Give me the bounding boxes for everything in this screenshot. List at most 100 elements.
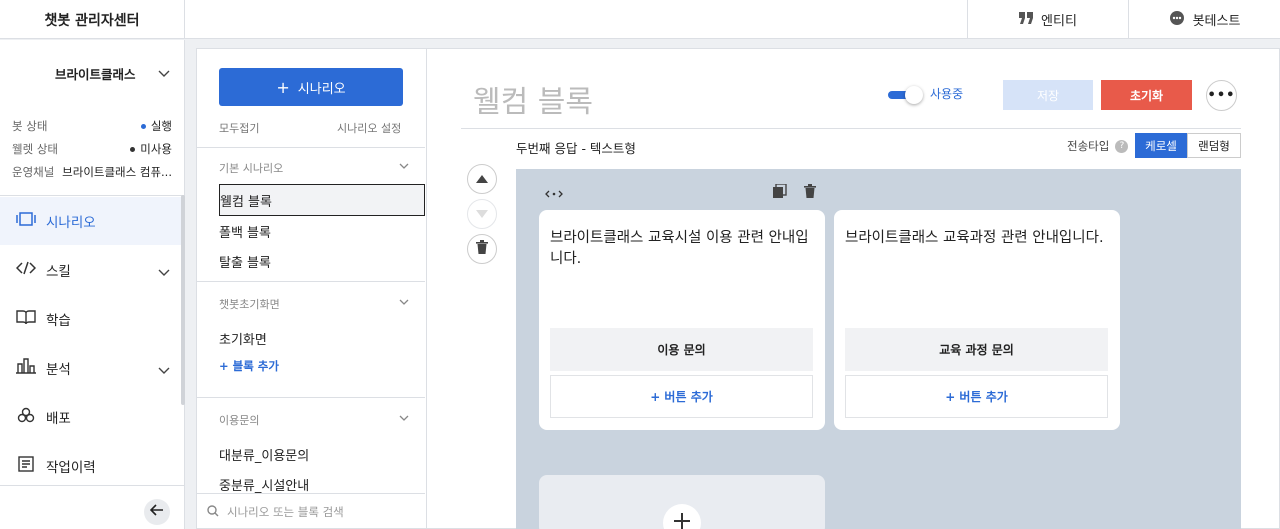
chevron-down-icon bbox=[399, 160, 409, 173]
plus-icon bbox=[673, 512, 691, 529]
bottest-button[interactable]: 봇테스트 bbox=[1128, 0, 1280, 39]
bot-selector[interactable]: 브라이트클래스 bbox=[0, 48, 185, 98]
nav-item-scenario[interactable]: 시나리오 bbox=[0, 197, 182, 245]
history-icon bbox=[16, 456, 36, 476]
add-card-button[interactable]: + 버튼 추가 bbox=[550, 375, 813, 418]
scenario-item[interactable]: 탈출 블록 bbox=[219, 252, 271, 271]
entity-button[interactable]: 엔티티 bbox=[967, 0, 1128, 39]
search-icon bbox=[207, 504, 219, 520]
send-type-random[interactable]: 랜덤형 bbox=[1187, 133, 1241, 158]
nav-item-deploy[interactable]: 배포 bbox=[0, 393, 182, 441]
chevron-down-icon bbox=[158, 66, 170, 81]
card-button[interactable]: 교육 과정 문의 bbox=[845, 328, 1108, 371]
chart-icon bbox=[16, 358, 36, 378]
use-toggle[interactable] bbox=[888, 86, 924, 104]
channel-row: 운영채널 브라이트클래스 컴퓨... bbox=[12, 164, 172, 180]
section-header[interactable]: 기본 시나리오 bbox=[219, 160, 409, 176]
drag-handle-icon[interactable] bbox=[545, 188, 563, 203]
delete-response-button[interactable] bbox=[467, 234, 497, 264]
top-bar: 챗봇 관리자센터 엔티티 봇테스트 bbox=[0, 0, 1280, 39]
add-card-button[interactable]: + 버튼 추가 bbox=[845, 375, 1108, 418]
scenario-search[interactable]: 시나리오 또는 블록 검색 bbox=[197, 493, 425, 529]
section-header[interactable]: 챗봇초기화면 bbox=[219, 296, 409, 312]
card-button[interactable]: 이용 문의 bbox=[550, 328, 813, 371]
bot-name: 브라이트클래스 bbox=[55, 66, 136, 82]
search-placeholder: 시나리오 또는 블록 검색 bbox=[227, 505, 344, 519]
nav-item-history[interactable]: 작업이력 bbox=[0, 442, 182, 490]
scenario-item[interactable]: 폴백 블록 bbox=[219, 222, 271, 241]
chat-bubble-icon bbox=[1169, 10, 1185, 30]
save-button[interactable]: 저장 bbox=[1003, 80, 1093, 110]
nav-label: 배포 bbox=[46, 411, 71, 427]
wallet-status-row: 웰렛 상태 미사용 bbox=[12, 141, 172, 157]
chevron-down-icon bbox=[399, 412, 409, 425]
nav-label: 학습 bbox=[46, 313, 71, 329]
collapse-all-link[interactable]: 모두접기 bbox=[219, 120, 259, 136]
more-options-button[interactable]: ••• bbox=[1206, 80, 1237, 111]
trash-icon[interactable] bbox=[804, 184, 816, 202]
status-dot bbox=[140, 124, 146, 129]
status-label: 운영채널 bbox=[12, 165, 55, 179]
add-card-slot[interactable] bbox=[539, 475, 825, 529]
status-value: 실행 bbox=[150, 119, 172, 133]
scenario-icon bbox=[16, 212, 36, 230]
section-title: 이용문의 bbox=[219, 414, 260, 427]
move-up-button[interactable] bbox=[467, 164, 497, 194]
copy-icon[interactable] bbox=[773, 183, 787, 202]
move-down-button[interactable] bbox=[467, 199, 497, 229]
carousel-card[interactable]: 브라이트클래스 교육과정 관련 안내입니다. 교육 과정 문의 + 버튼 추가 bbox=[834, 210, 1120, 430]
status-label: 웰렛 상태 bbox=[12, 142, 58, 156]
scenario-settings-link[interactable]: 시나리오 설정 bbox=[337, 120, 401, 136]
divider bbox=[197, 147, 425, 148]
add-scenario-button[interactable]: + 시나리오 bbox=[219, 68, 403, 106]
divider bbox=[197, 397, 425, 398]
response-title: 두번째 응답 - 텍스트형 bbox=[516, 141, 636, 156]
scenario-item[interactable]: 초기화면 bbox=[219, 329, 267, 348]
bottest-label: 봇테스트 bbox=[1192, 14, 1241, 29]
nav-item-learning[interactable]: 학습 bbox=[0, 295, 182, 343]
quote-icon bbox=[1019, 11, 1034, 28]
card-text[interactable]: 브라이트클래스 교육시설 이용 관련 안내입니다. bbox=[550, 228, 812, 270]
sidebar-scrollbar[interactable] bbox=[181, 195, 185, 405]
add-card-plus-button[interactable] bbox=[663, 504, 701, 529]
entity-label: 엔티티 bbox=[1041, 14, 1077, 29]
triangle-down-icon bbox=[476, 207, 488, 222]
chevron-down-icon bbox=[158, 363, 170, 379]
chevron-down-icon bbox=[399, 296, 409, 309]
nav-item-analysis[interactable]: 분석 bbox=[0, 344, 182, 392]
carousel-canvas: 브라이트클래스 교육시설 이용 관련 안내입니다. 이용 문의 + 버튼 추가 … bbox=[516, 169, 1241, 529]
toggle-label: 사용중 bbox=[930, 87, 964, 101]
nav-label: 스킬 bbox=[46, 264, 71, 280]
add-block-link[interactable]: + 블록 추가 bbox=[219, 358, 279, 374]
arrow-left-icon bbox=[149, 504, 164, 520]
nav-label: 시나리오 bbox=[46, 215, 96, 231]
help-icon[interactable]: ? bbox=[1115, 139, 1129, 153]
scenario-item[interactable]: 중분류_시설안내 bbox=[219, 475, 309, 494]
section-header[interactable]: 이용문의 bbox=[219, 412, 409, 428]
send-type-label: 전송타입 bbox=[1067, 139, 1110, 153]
send-type: 전송타입 ? bbox=[1067, 138, 1129, 154]
reset-button[interactable]: 초기화 bbox=[1101, 80, 1192, 110]
status-dot bbox=[130, 147, 136, 152]
scenario-panel: + 시나리오 모두접기 시나리오 설정 기본 시나리오 웰컴 블록 폴백 블록 … bbox=[196, 48, 426, 529]
card-text[interactable]: 브라이트클래스 교육과정 관련 안내입니다. bbox=[845, 228, 1107, 249]
chevron-down-icon bbox=[158, 265, 170, 281]
plus-icon: + bbox=[276, 77, 290, 97]
book-icon bbox=[16, 309, 36, 329]
app-title: 챗봇 관리자센터 bbox=[0, 0, 185, 39]
block-title[interactable]: 웰컴 블록 bbox=[473, 77, 593, 121]
channel-value: 브라이트클래스 컴퓨... bbox=[62, 165, 172, 179]
scenario-item[interactable]: 대분류_이용문의 bbox=[219, 445, 309, 464]
scenario-item-selected[interactable]: 웰컴 블록 bbox=[219, 184, 425, 216]
add-scenario-label: 시나리오 bbox=[297, 81, 346, 97]
toggle-knob bbox=[905, 86, 923, 104]
nav-item-skill[interactable]: 스킬 bbox=[0, 246, 182, 294]
nav-label: 분석 bbox=[46, 362, 71, 378]
divider bbox=[461, 128, 1241, 129]
send-type-carousel[interactable]: 케로셀 bbox=[1135, 133, 1187, 158]
code-icon bbox=[15, 261, 37, 279]
block-editor: 웰컴 블록 사용중 저장 초기화 ••• 두번째 응답 - 텍스트형 전송타입 … bbox=[426, 48, 1280, 529]
section-title: 기본 시나리오 bbox=[219, 162, 284, 175]
collapse-sidebar-button[interactable] bbox=[144, 499, 170, 525]
carousel-card[interactable]: 브라이트클래스 교육시설 이용 관련 안내입니다. 이용 문의 + 버튼 추가 bbox=[539, 210, 825, 430]
